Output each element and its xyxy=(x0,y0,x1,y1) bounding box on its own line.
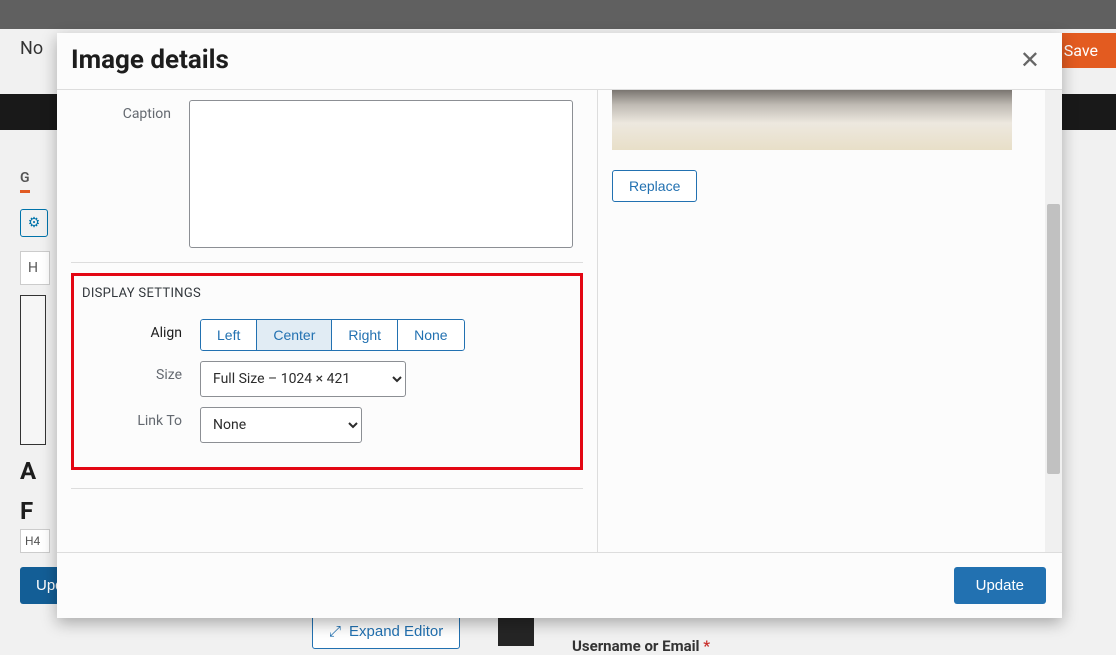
caption-label: Caption xyxy=(71,100,189,122)
image-preview xyxy=(612,90,1012,150)
scrollbar-track[interactable] xyxy=(1045,90,1062,552)
update-button[interactable]: Update xyxy=(954,567,1046,604)
modal-body: Caption DISPLAY SETTINGS Align Left Cent… xyxy=(57,89,1062,553)
align-button-group: Left Center Right None xyxy=(200,319,465,351)
modal-title: Image details xyxy=(71,45,229,75)
preview-column: Replace xyxy=(598,90,1062,552)
align-left-button[interactable]: Left xyxy=(200,319,257,351)
bg-text-fragment: No xyxy=(20,38,43,59)
modal-header: Image details ✕ xyxy=(57,33,1062,89)
align-label: Align xyxy=(82,319,200,341)
align-none-button[interactable]: None xyxy=(397,319,464,351)
sliders-icon: ⚙ xyxy=(28,215,41,231)
linkto-row: Link To None xyxy=(82,407,572,443)
divider-bottom xyxy=(71,488,583,489)
align-center-button[interactable]: Center xyxy=(256,319,332,351)
bg-expand-editor-button: ⤢ Expand Editor xyxy=(312,614,460,649)
display-settings-heading: DISPLAY SETTINGS xyxy=(82,286,572,301)
settings-column: Caption DISPLAY SETTINGS Align Left Cent… xyxy=(57,90,598,552)
scrollbar-thumb[interactable] xyxy=(1047,204,1060,474)
size-row: Size Full Size – 1024 × 421 xyxy=(82,361,572,397)
size-select[interactable]: Full Size – 1024 × 421 xyxy=(200,361,406,397)
align-right-button[interactable]: Right xyxy=(331,319,398,351)
bg-thumbnail xyxy=(20,295,46,445)
bg-form-label: Username or Email * xyxy=(572,637,710,655)
expand-icon: ⤢ xyxy=(329,623,341,640)
bg-tool-button: ⚙ xyxy=(20,209,48,237)
linkto-label: Link To xyxy=(82,407,200,429)
bg-tab: G xyxy=(20,170,30,193)
close-button[interactable]: ✕ xyxy=(1014,46,1046,75)
align-row: Align Left Center Right None xyxy=(82,319,572,351)
display-settings-highlight: DISPLAY SETTINGS Align Left Center Right… xyxy=(71,273,583,470)
bg-box-h: H xyxy=(20,251,50,285)
replace-button[interactable]: Replace xyxy=(612,170,697,202)
caption-row: Caption xyxy=(71,100,583,248)
bg-small-h4: H4 xyxy=(20,529,50,553)
size-label: Size xyxy=(82,361,200,383)
close-icon: ✕ xyxy=(1020,47,1040,74)
divider xyxy=(71,262,583,263)
caption-input[interactable] xyxy=(189,100,573,248)
linkto-select[interactable]: None xyxy=(200,407,362,443)
image-details-modal: Image details ✕ Caption DISPLAY SETTINGS… xyxy=(57,33,1062,618)
bg-topbar xyxy=(0,0,1116,29)
modal-footer: Update xyxy=(57,553,1062,618)
